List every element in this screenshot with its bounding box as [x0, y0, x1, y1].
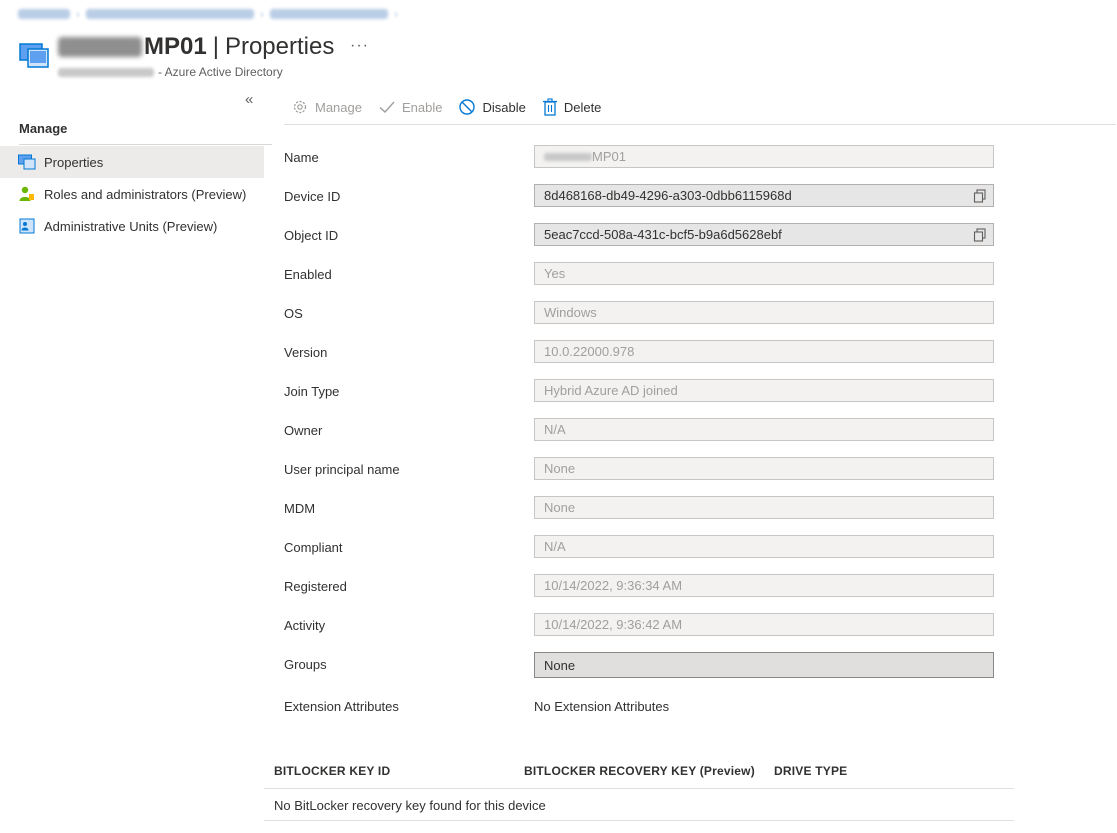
sidebar-heading: Manage [19, 121, 68, 136]
activity-label: Activity [284, 618, 326, 633]
os-label: OS [284, 306, 303, 321]
breadcrumb-item-section[interactable] [86, 9, 254, 19]
name-redacted [544, 152, 592, 161]
sidebar-divider [19, 144, 272, 145]
device-name-redacted [58, 37, 142, 57]
sidebar-item-administrative-units[interactable]: Administrative Units (Preview) [0, 210, 264, 242]
manage-button[interactable]: Manage [291, 98, 362, 116]
page-subtitle: - Azure Active Directory [58, 65, 283, 79]
gear-icon [293, 100, 307, 114]
owner-label: Owner [284, 423, 323, 438]
device-name: MP01 [144, 33, 207, 60]
name-field[interactable]: MP01 [534, 145, 994, 168]
registered-label: Registered [284, 579, 347, 594]
tenant-name-redacted [58, 67, 154, 77]
mdm-field[interactable]: None [534, 496, 994, 519]
sidebar-item-roles[interactable]: Roles and administrators (Preview) [0, 178, 264, 210]
delete-button[interactable]: Delete [542, 98, 602, 116]
copy-icon[interactable] [973, 189, 987, 203]
toolbar-divider [284, 124, 1116, 125]
version-field[interactable]: 10.0.22000.978 [534, 340, 994, 363]
compliant-field[interactable]: N/A [534, 535, 994, 558]
groups-label: Groups [284, 657, 327, 672]
device-id-label: Device ID [284, 189, 341, 204]
user-role-icon [18, 185, 36, 203]
breadcrumb-item-devices[interactable] [270, 9, 388, 19]
device-id-value: 8d468168-db49-4296-a303-0dbb6115968d [544, 188, 792, 203]
disable-button[interactable]: Disable [458, 98, 526, 116]
more-options-button[interactable]: ··· [350, 37, 369, 55]
page-title: MP01 | Properties [58, 33, 334, 61]
mdm-label: MDM [284, 501, 316, 516]
compliant-label: Compliant [284, 540, 343, 555]
title-section: Properties [224, 33, 335, 60]
name-value: MP01 [592, 149, 626, 164]
table-header-divider [264, 788, 1014, 789]
upn-field[interactable]: None [534, 457, 994, 480]
version-label: Version [284, 345, 328, 360]
subtitle-suffix: - Azure Active Directory [158, 65, 283, 79]
object-id-field[interactable]: 5eac7ccd-508a-431c-bcf5-b9a6d5628ebf [534, 223, 994, 246]
manage-button-label: Manage [315, 99, 362, 115]
column-header-bitlocker-key-id[interactable]: BITLOCKER KEY ID [274, 764, 390, 778]
extension-attributes-label: Extension Attributes [284, 699, 399, 714]
device-icon [18, 153, 36, 171]
command-bar: Manage Enable Disable Delete [291, 96, 617, 118]
breadcrumb-item-home[interactable] [18, 9, 70, 19]
breadcrumb[interactable]: › › › [18, 6, 408, 22]
registered-field[interactable]: 10/14/2022, 9:36:34 AM [534, 574, 994, 597]
collapse-sidebar-button[interactable]: « [245, 91, 253, 108]
object-id-value: 5eac7ccd-508a-431c-bcf5-b9a6d5628ebf [544, 227, 782, 242]
os-field[interactable]: Windows [534, 301, 994, 324]
join-type-label: Join Type [284, 384, 340, 399]
column-header-bitlocker-recovery-key[interactable]: BITLOCKER RECOVERY KEY (Preview) [524, 764, 755, 778]
checkmark-icon [379, 101, 395, 113]
enable-button[interactable]: Enable [378, 98, 442, 116]
block-icon [459, 99, 476, 115]
title-separator: | [212, 33, 219, 60]
trash-icon [542, 98, 557, 116]
disable-button-label: Disable [482, 99, 526, 115]
object-id-label: Object ID [284, 228, 339, 243]
admin-units-icon [18, 217, 36, 235]
upn-label: User principal name [284, 462, 400, 477]
column-header-drive-type[interactable]: DRIVE TYPE [774, 764, 847, 778]
copy-icon[interactable] [973, 228, 987, 242]
sidebar-item-properties[interactable]: Properties [0, 146, 264, 178]
enabled-label: Enabled [284, 267, 332, 282]
delete-button-label: Delete [563, 99, 602, 115]
device-icon [19, 43, 49, 68]
groups-field[interactable]: None [534, 652, 994, 678]
device-id-field[interactable]: 8d468168-db49-4296-a303-0dbb6115968d [534, 184, 994, 207]
enable-button-label: Enable [401, 99, 443, 115]
bitlocker-empty-message: No BitLocker recovery key found for this… [274, 798, 546, 813]
table-row-divider [264, 820, 1014, 821]
join-type-field[interactable]: Hybrid Azure AD joined [534, 379, 994, 402]
sidebar-item-label: Properties [44, 154, 104, 170]
enabled-field[interactable]: Yes [534, 262, 994, 285]
owner-field[interactable]: N/A [534, 418, 994, 441]
activity-field[interactable]: 10/14/2022, 9:36:42 AM [534, 613, 994, 636]
sidebar-item-label: Administrative Units (Preview) [44, 218, 218, 234]
sidebar-item-label: Roles and administrators (Preview) [44, 186, 247, 202]
name-label: Name [284, 150, 319, 165]
extension-attributes-value: No Extension Attributes [534, 699, 670, 714]
